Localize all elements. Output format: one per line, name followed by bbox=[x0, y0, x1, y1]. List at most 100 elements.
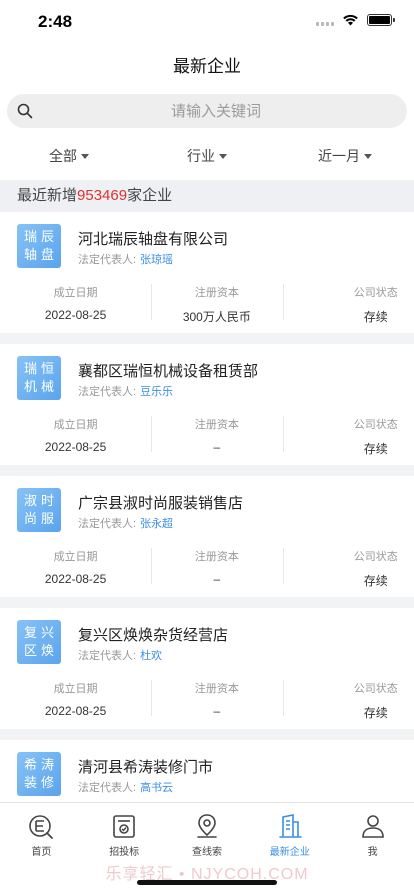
stat-label: 公司状态 bbox=[353, 551, 398, 563]
legal-rep-label: 法定代表人: bbox=[78, 650, 137, 662]
caret-down-icon bbox=[81, 153, 89, 159]
logo-text-top: 瑞恒 bbox=[23, 361, 58, 376]
home-indicator[interactable] bbox=[137, 880, 277, 885]
status-time: 2:48 bbox=[38, 12, 73, 31]
filter-label: 近一月 bbox=[318, 148, 360, 164]
company-card[interactable]: 瑞恒 机械 襄都区瑞恒机械设备租赁部 法定代表人: 豆乐乐 成立日期 2022-0… bbox=[0, 344, 414, 465]
bidding-icon bbox=[113, 815, 135, 838]
stat-capital: 注册资本 – bbox=[151, 414, 282, 454]
logo-text-bottom: 轴盘 bbox=[23, 247, 58, 262]
new-company-count: 953469 bbox=[77, 187, 128, 204]
filter-label: 行业 bbox=[187, 148, 215, 164]
logo-text-top: 希涛 bbox=[23, 757, 58, 772]
stat-label: 成立日期 bbox=[53, 419, 98, 431]
company-stats: 成立日期 2022-08-25 注册资本 – 公司状态 存续 bbox=[0, 414, 414, 456]
registered-capital: – bbox=[213, 572, 221, 586]
wifi-icon bbox=[343, 14, 358, 26]
company-logo: 希涛 装修 bbox=[17, 752, 61, 796]
legal-rep-name[interactable]: 张永超 bbox=[140, 518, 173, 530]
tab-label: 招投标 bbox=[109, 847, 140, 858]
logo-text-bottom: 机械 bbox=[23, 379, 58, 394]
page-title: 最新企业 bbox=[173, 57, 241, 76]
stat-founded: 成立日期 2022-08-25 bbox=[0, 282, 151, 322]
company-stats: 成立日期 2022-08-25 注册资本 – 公司状态 存续 bbox=[0, 546, 414, 588]
tab-label: 最新企业 bbox=[269, 847, 310, 858]
registered-capital: – bbox=[213, 440, 221, 454]
legal-representative: 法定代表人: 高书云 bbox=[78, 779, 173, 795]
stat-label: 成立日期 bbox=[53, 287, 98, 299]
legal-representative: 法定代表人: 张琼瑶 bbox=[78, 251, 173, 267]
stat-status: 公司状态 存续 bbox=[282, 546, 414, 588]
company-name: 襄都区瑞恒机械设备租赁部 bbox=[78, 363, 259, 380]
stat-capital: 注册资本 300万人民币 bbox=[151, 282, 282, 324]
company-card[interactable]: 复兴 区焕 复兴区焕焕杂货经营店 法定代表人: 杜欢 成立日期 2022-08-2… bbox=[0, 608, 414, 729]
stat-capital: 注册资本 – bbox=[151, 546, 282, 586]
tab-label: 首页 bbox=[31, 847, 52, 858]
status-icons bbox=[316, 14, 395, 26]
company-name: 广宗县淑时尚服装销售店 bbox=[78, 495, 244, 512]
stat-capital: 注册资本 – bbox=[151, 678, 282, 718]
nav-bar: 最新企业 bbox=[0, 44, 414, 90]
company-status: 存续 bbox=[363, 442, 388, 456]
logo-text-top: 淑时 bbox=[23, 493, 58, 508]
company-logo: 复兴 区焕 bbox=[17, 620, 61, 664]
building-icon bbox=[278, 814, 302, 838]
company-card[interactable]: 希涛 装修 清河县希涛装修门市 法定代表人: 高书云 bbox=[0, 740, 414, 802]
legal-rep-name[interactable]: 杜欢 bbox=[140, 650, 162, 662]
legal-representative: 法定代表人: 张永超 bbox=[78, 515, 173, 531]
stat-founded: 成立日期 2022-08-25 bbox=[0, 546, 151, 586]
legal-rep-name[interactable]: 豆乐乐 bbox=[140, 386, 173, 398]
stat-label: 公司状态 bbox=[353, 683, 398, 695]
company-status: 存续 bbox=[363, 706, 388, 720]
stat-label: 成立日期 bbox=[53, 683, 98, 695]
new-company-summary: 最近新增953469家企业 bbox=[0, 180, 414, 212]
tab-label: 查线索 bbox=[191, 847, 222, 858]
stat-status: 公司状态 存续 bbox=[282, 678, 414, 720]
company-status: 存续 bbox=[363, 574, 388, 588]
logo-text-bottom: 装修 bbox=[23, 775, 58, 790]
founded-date: 2022-08-25 bbox=[44, 308, 107, 322]
company-name: 复兴区焕焕杂货经营店 bbox=[78, 627, 229, 644]
stat-founded: 成立日期 2022-08-25 bbox=[0, 678, 151, 718]
company-card[interactable]: 淑时 尚服 广宗县淑时尚服装销售店 法定代表人: 张永超 成立日期 2022-08… bbox=[0, 476, 414, 597]
registered-capital: – bbox=[213, 704, 221, 718]
search-icon bbox=[17, 103, 33, 119]
legal-rep-label: 法定代表人: bbox=[78, 518, 137, 530]
logo-text-top: 瑞辰 bbox=[23, 229, 58, 244]
search-section bbox=[0, 90, 414, 132]
stat-label: 注册资本 bbox=[194, 683, 239, 695]
filter-all[interactable]: 全部 bbox=[0, 132, 138, 180]
logo-text-top: 复兴 bbox=[23, 625, 58, 640]
registered-capital: 300万人民币 bbox=[182, 310, 251, 324]
company-name: 河北瑞辰轴盘有限公司 bbox=[78, 231, 229, 248]
summary-suffix: 家企业 bbox=[127, 187, 173, 204]
legal-rep-label: 法定代表人: bbox=[78, 386, 137, 398]
legal-representative: 法定代表人: 豆乐乐 bbox=[78, 383, 173, 399]
company-status: 存续 bbox=[363, 310, 388, 324]
filter-time-range[interactable]: 近一月 bbox=[276, 132, 414, 180]
status-bar: 2:48 bbox=[0, 0, 414, 44]
founded-date: 2022-08-25 bbox=[44, 440, 107, 454]
legal-rep-label: 法定代表人: bbox=[78, 782, 137, 794]
filter-bar: 全部 行业 近一月 bbox=[0, 132, 414, 180]
logo-text-bottom: 区焕 bbox=[23, 643, 58, 658]
company-stats: 成立日期 2022-08-25 注册资本 – 公司状态 存续 bbox=[0, 678, 414, 720]
company-logo: 瑞恒 机械 bbox=[17, 356, 61, 400]
search-box[interactable] bbox=[7, 94, 407, 128]
filter-industry[interactable]: 行业 bbox=[138, 132, 276, 180]
legal-rep-name[interactable]: 高书云 bbox=[140, 782, 173, 794]
legal-rep-name[interactable]: 张琼瑶 bbox=[140, 254, 173, 266]
company-logo: 瑞辰 轴盘 bbox=[17, 224, 61, 268]
search-input[interactable] bbox=[37, 94, 395, 128]
stat-label: 公司状态 bbox=[353, 287, 398, 299]
legal-representative: 法定代表人: 杜欢 bbox=[78, 647, 162, 663]
caret-down-icon bbox=[219, 153, 227, 159]
signal-icon bbox=[316, 14, 334, 26]
stat-label: 成立日期 bbox=[53, 551, 98, 563]
stat-label: 注册资本 bbox=[194, 551, 239, 563]
company-card[interactable]: 瑞辰 轴盘 河北瑞辰轴盘有限公司 法定代表人: 张琼瑶 成立日期 2022-08-… bbox=[0, 212, 414, 333]
tab-label: 我 bbox=[367, 847, 378, 858]
stat-label: 注册资本 bbox=[194, 287, 239, 299]
battery-icon bbox=[367, 14, 395, 26]
home-icon bbox=[29, 815, 54, 839]
